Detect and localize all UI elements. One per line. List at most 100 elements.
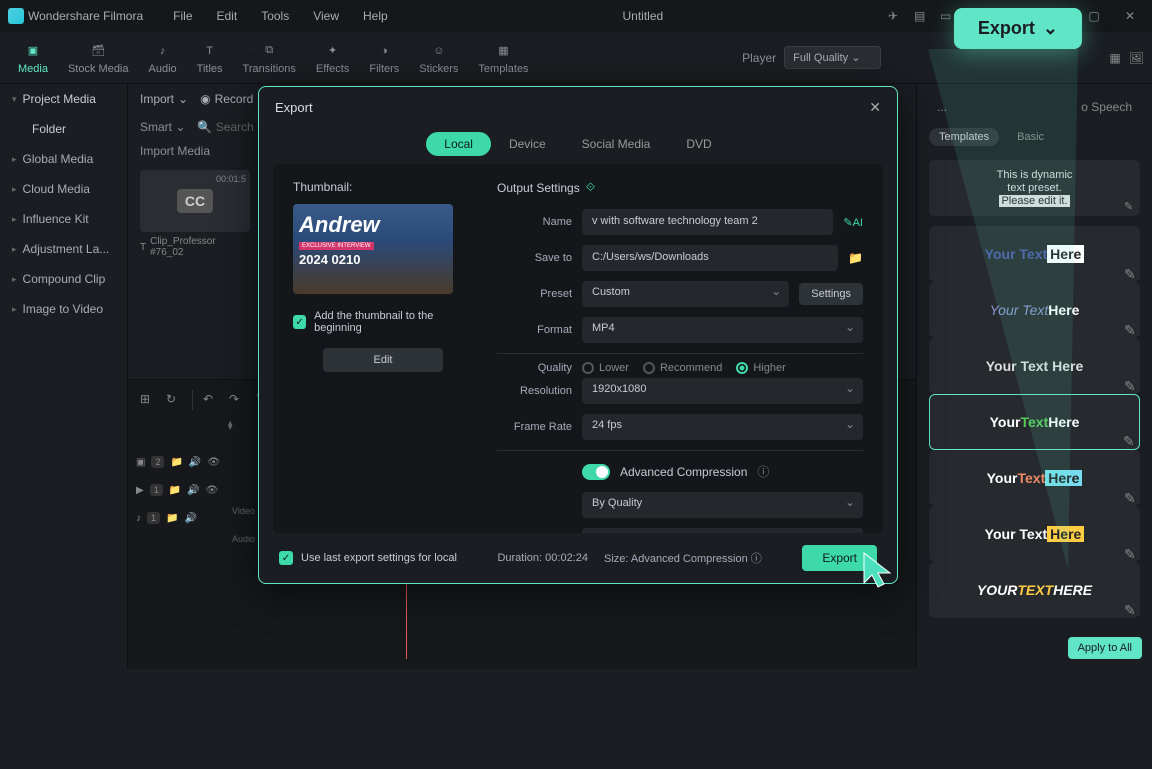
- export-tab-local[interactable]: Local: [426, 132, 491, 156]
- redo-icon[interactable]: ↷: [229, 392, 245, 408]
- close-button[interactable]: ✕: [1116, 2, 1144, 30]
- close-icon[interactable]: ✕: [869, 99, 881, 116]
- sidebar-adjustment[interactable]: ▸Adjustment La...: [0, 234, 127, 264]
- sidebar-cloud-media[interactable]: ▸Cloud Media: [0, 174, 127, 204]
- undo-icon[interactable]: ↶: [203, 392, 219, 408]
- smart-dropdown[interactable]: Smart ⌄: [140, 120, 185, 134]
- tab-titles[interactable]: TTitles: [187, 37, 233, 79]
- chevron-down-icon: ⌄: [1043, 18, 1058, 39]
- advanced-compression-toggle[interactable]: [582, 464, 610, 480]
- edit-icon[interactable]: ✎: [1123, 433, 1135, 445]
- quality-higher-radio[interactable]: Higher: [736, 362, 785, 374]
- ai-icon[interactable]: ✎AI: [843, 216, 863, 229]
- text-preset[interactable]: Your Text Here✎: [929, 394, 1140, 450]
- edit-icon[interactable]: ✎: [1124, 602, 1136, 614]
- tab-filters[interactable]: ◑Filters: [359, 37, 409, 79]
- advanced-compression-label: Advanced Compression: [620, 465, 747, 479]
- name-input[interactable]: v with software technology team 2: [582, 209, 833, 235]
- edit-icon[interactable]: ✎: [1124, 378, 1136, 390]
- text-preset-dynamic[interactable]: This is dynamic text preset. Please edit…: [929, 160, 1140, 216]
- text-preset[interactable]: Your Text Here✎: [929, 226, 1140, 282]
- add-thumbnail-checkbox[interactable]: ✓: [293, 315, 306, 329]
- sidebar-global-media[interactable]: ▸Global Media: [0, 144, 127, 174]
- tab-transitions[interactable]: ⧉Transitions: [233, 37, 306, 79]
- text-preset[interactable]: Your Text Here✎: [929, 282, 1140, 338]
- export-tab-social[interactable]: Social Media: [564, 132, 669, 156]
- tab-media[interactable]: ▣Media: [8, 37, 58, 79]
- subtab-templates[interactable]: Templates: [929, 128, 999, 146]
- folder-icon[interactable]: 📁: [848, 251, 863, 265]
- send-icon[interactable]: ✈: [888, 9, 902, 23]
- rp-tab[interactable]: ...: [929, 96, 955, 118]
- filters-icon: ◑: [374, 41, 394, 61]
- sidebar-compound[interactable]: ▸Compound Clip: [0, 264, 127, 294]
- thumbnail-label: Thumbnail:: [293, 180, 473, 194]
- menu-edit[interactable]: Edit: [207, 5, 248, 27]
- quality-select[interactable]: Full Quality ⌄: [784, 46, 881, 69]
- edit-icon[interactable]: ✎: [1124, 200, 1136, 212]
- tab-stickers[interactable]: ☺Stickers: [409, 37, 468, 79]
- sidebar-folder[interactable]: Folder: [0, 114, 127, 144]
- text-preset[interactable]: Your Text Here✎: [929, 338, 1140, 394]
- document-title: Untitled: [402, 9, 884, 23]
- record-button[interactable]: ◉ Record: [200, 92, 253, 106]
- screen-icon[interactable]: ▭: [940, 9, 954, 23]
- app-name: Wondershare Filmora: [28, 9, 143, 23]
- preset-settings-button[interactable]: Settings: [799, 283, 863, 305]
- resolution-select[interactable]: 1920x1080: [582, 378, 863, 404]
- edit-icon[interactable]: ✎: [1124, 546, 1136, 558]
- search-input[interactable]: 🔍 Search: [197, 120, 253, 134]
- maximize-button[interactable]: ▢: [1080, 2, 1108, 30]
- menu-file[interactable]: File: [163, 5, 202, 27]
- help-icon[interactable]: ⓘ: [757, 463, 769, 480]
- news-icon[interactable]: ▤: [914, 9, 928, 23]
- rp-tab[interactable]: o Speech: [1073, 96, 1140, 118]
- compression-pct-select[interactable]: 70%: [582, 528, 863, 533]
- preset-select[interactable]: Custom: [582, 281, 789, 307]
- menu-view[interactable]: View: [303, 5, 349, 27]
- cursor-pointer-icon: [860, 549, 900, 593]
- quality-recommend-radio[interactable]: Recommend: [643, 362, 722, 374]
- edit-icon[interactable]: ✎: [1124, 322, 1136, 334]
- format-select[interactable]: MP4: [582, 317, 863, 343]
- grid-icon[interactable]: ▦: [1109, 51, 1120, 65]
- apply-to-all-button[interactable]: Apply to All: [1068, 637, 1142, 659]
- size-info: Size: Advanced Compression ⓘ: [604, 550, 762, 566]
- export-tab-dvd[interactable]: DVD: [668, 132, 729, 156]
- saveto-input[interactable]: C:/Users/ws/Downloads: [582, 245, 838, 271]
- edit-thumbnail-button[interactable]: Edit: [323, 348, 443, 372]
- menu-help[interactable]: Help: [353, 5, 398, 27]
- tab-stock[interactable]: 🗃Stock Media: [58, 37, 139, 79]
- subtab-basic[interactable]: Basic: [1007, 128, 1054, 146]
- tab-templates[interactable]: ▦Templates: [468, 37, 538, 79]
- menu-tools[interactable]: Tools: [251, 5, 299, 27]
- export-tab-device[interactable]: Device: [491, 132, 564, 156]
- tab-audio[interactable]: ♪Audio: [139, 37, 187, 79]
- stock-icon: 🗃: [88, 41, 108, 61]
- use-last-settings-checkbox[interactable]: ✓: [279, 551, 293, 565]
- sidebar-influence-kit[interactable]: ▸Influence Kit: [0, 204, 127, 234]
- audio-icon: ♪: [153, 41, 173, 61]
- tl-tool-icon[interactable]: ↻: [166, 392, 182, 408]
- right-panel: ... o Speech Templates Basic This is dyn…: [916, 84, 1152, 669]
- templates-icon: ▦: [493, 41, 513, 61]
- image-icon[interactable]: 🖼: [1129, 51, 1144, 65]
- thumbnail-preview[interactable]: Andrew EXCLUSIVE INTERVIEW 2024 0210: [293, 204, 453, 294]
- edit-icon[interactable]: ✎: [1124, 490, 1136, 502]
- sidebar-image-to-video[interactable]: ▸Image to Video: [0, 294, 127, 324]
- text-icon: T: [140, 242, 146, 253]
- framerate-select[interactable]: 24 fps: [582, 414, 863, 440]
- compression-mode-select[interactable]: By Quality: [582, 492, 863, 518]
- tab-effects[interactable]: ✦Effects: [306, 37, 359, 79]
- text-preset[interactable]: YOUR TEXT HERE✎: [929, 562, 1140, 618]
- import-button[interactable]: Import ⌄: [140, 92, 188, 106]
- edit-icon[interactable]: ✎: [1124, 266, 1136, 278]
- tl-tool-icon[interactable]: ⊞: [140, 392, 156, 408]
- text-preset[interactable]: Your Text Here✎: [929, 506, 1140, 562]
- sidebar-project-media[interactable]: ▾Project Media: [0, 84, 127, 114]
- export-callout[interactable]: Export ⌄: [954, 8, 1082, 49]
- quality-lower-radio[interactable]: Lower: [582, 362, 629, 374]
- help-icon[interactable]: ⓘ: [751, 553, 762, 565]
- media-item[interactable]: 00:01:5CC TClip_Professor #76_02: [140, 170, 250, 258]
- text-preset[interactable]: Your Text Here✎: [929, 450, 1140, 506]
